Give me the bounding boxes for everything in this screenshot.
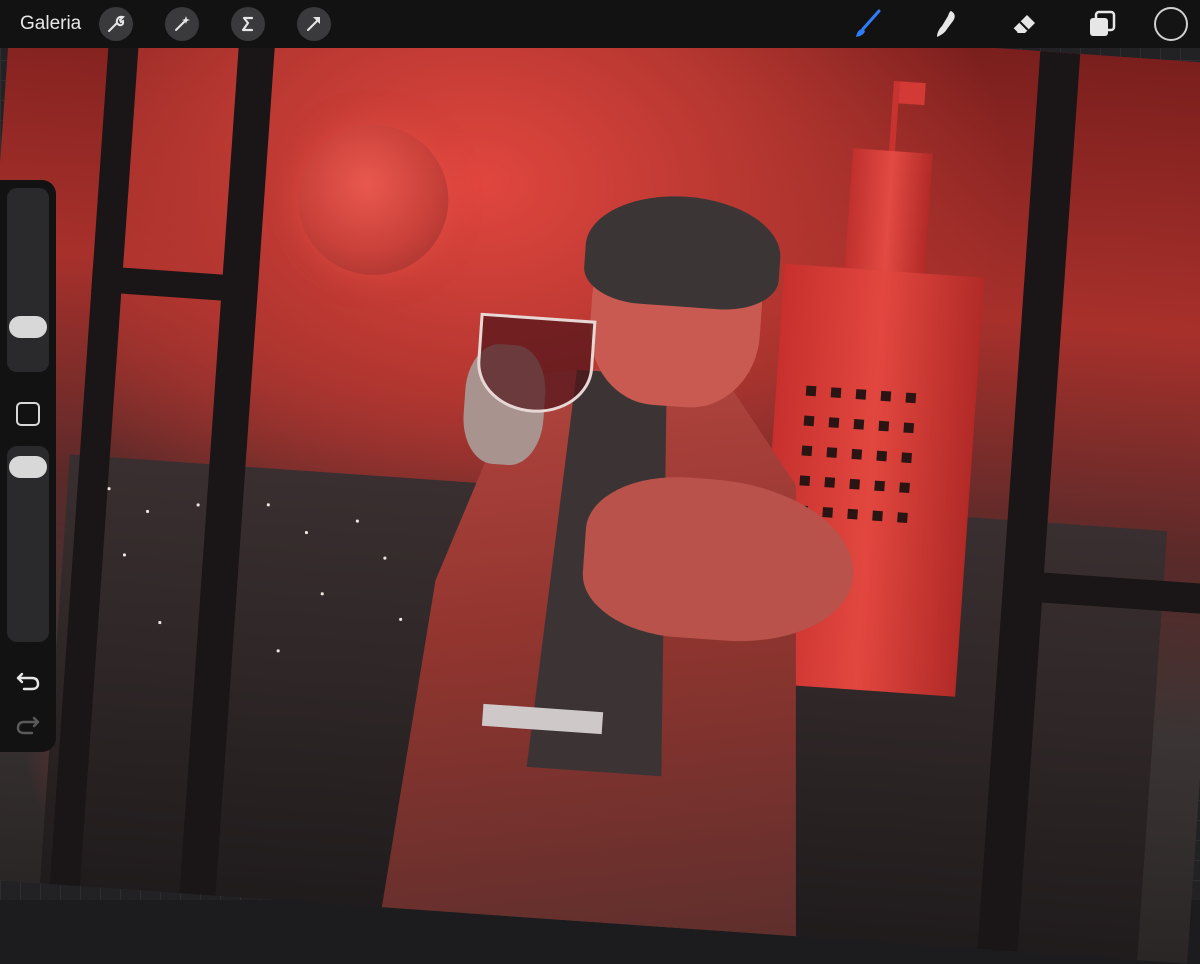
opacity-handle[interactable] — [9, 456, 47, 478]
smudge-icon[interactable] — [924, 2, 968, 46]
transform-icon[interactable] — [297, 7, 332, 41]
redo-icon[interactable] — [14, 710, 42, 738]
left-sidebar — [0, 180, 56, 752]
color-picker-swatch[interactable] — [1154, 7, 1188, 41]
undo-icon[interactable] — [14, 666, 42, 694]
right-toolset — [812, 0, 1200, 48]
layers-icon[interactable] — [1080, 2, 1124, 46]
brush-size-slider[interactable] — [7, 188, 49, 372]
actions-icon[interactable] — [99, 7, 134, 41]
gallery-button[interactable]: Galeria — [20, 13, 81, 35]
tower-top — [844, 148, 933, 284]
modifier-button[interactable] — [16, 402, 40, 426]
tower-flag — [898, 81, 926, 106]
opacity-slider[interactable] — [7, 446, 49, 642]
selection-icon[interactable] — [231, 7, 266, 41]
top-toolbar: Galeria — [0, 0, 1200, 48]
adjustments-icon[interactable] — [165, 7, 200, 41]
brush-size-handle[interactable] — [9, 316, 47, 338]
artwork-canvas[interactable] — [0, 0, 1200, 964]
eraser-icon[interactable] — [1002, 2, 1046, 46]
brush-icon[interactable] — [846, 2, 890, 46]
